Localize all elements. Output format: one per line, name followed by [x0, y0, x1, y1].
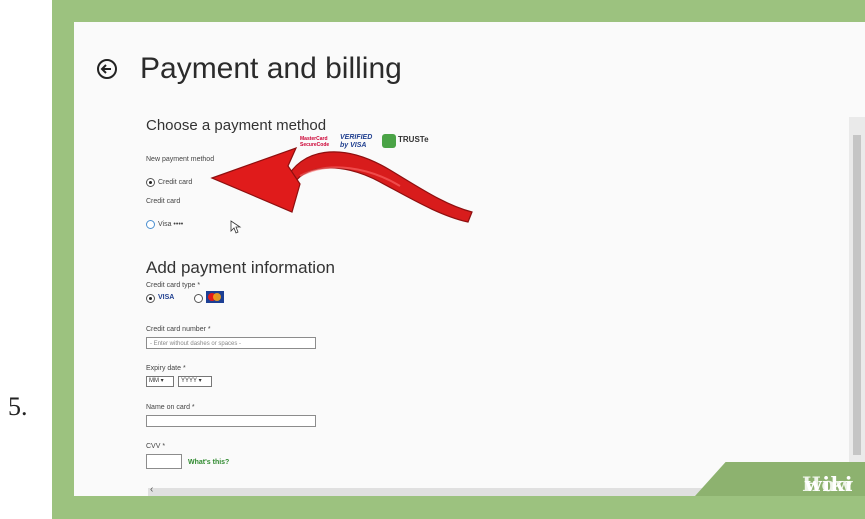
wikihow-how-text: How — [802, 472, 853, 496]
red-arrow-annotation — [210, 146, 473, 223]
